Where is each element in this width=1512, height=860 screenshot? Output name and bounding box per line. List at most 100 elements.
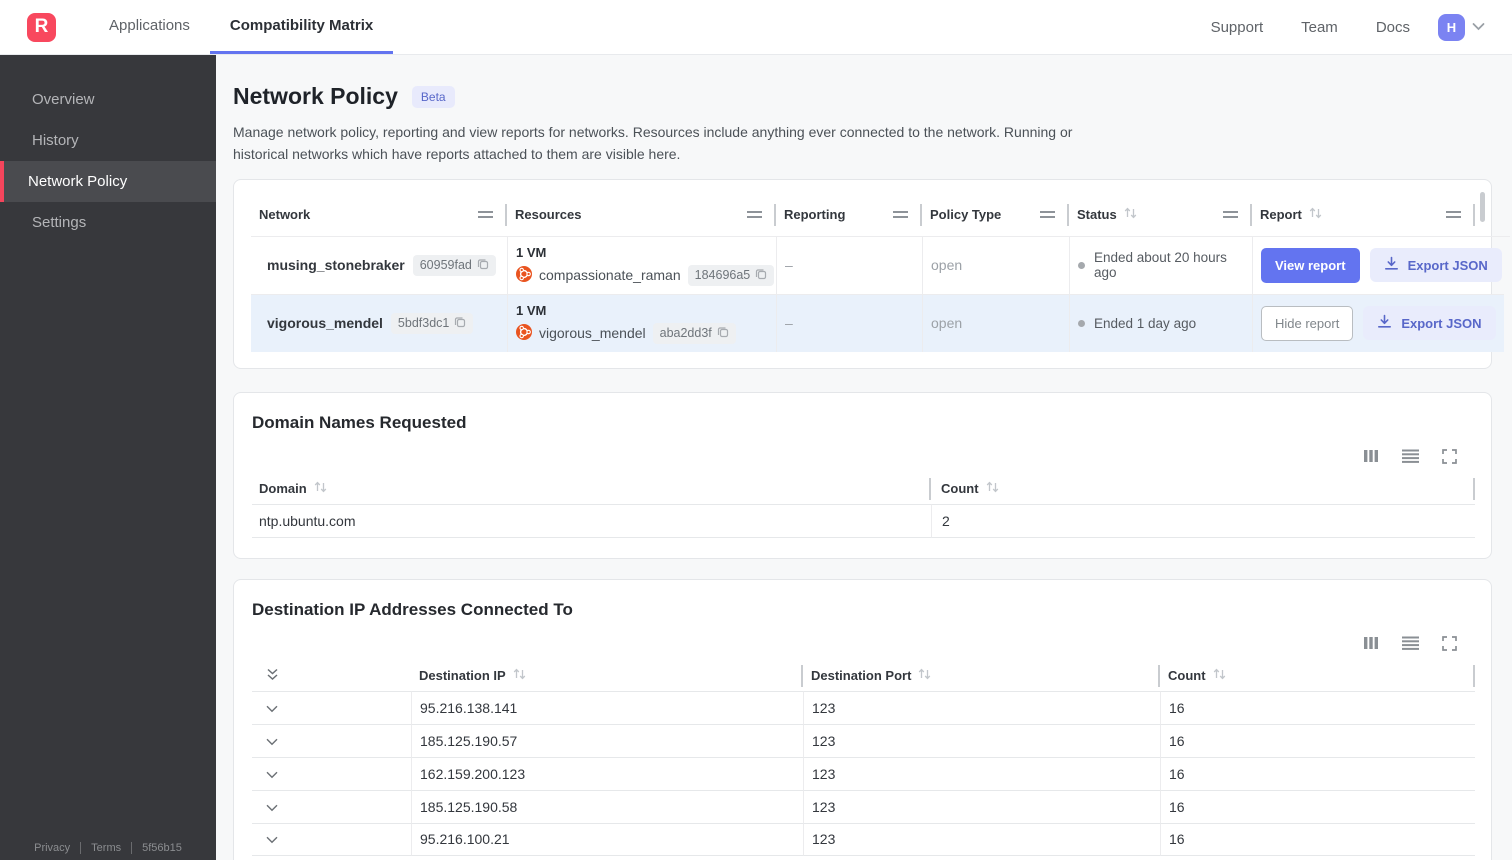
sidebar-item[interactable]: Settings — [0, 202, 216, 243]
sort-icon[interactable] — [986, 481, 999, 496]
columns-icon[interactable] — [1363, 636, 1379, 650]
column-header-destination-port[interactable]: Destination Port — [803, 661, 1160, 691]
policy-type-cell: open — [922, 293, 1069, 352]
resource-name[interactable]: compassionate_raman — [539, 267, 681, 283]
column-header-domain[interactable]: Domain — [252, 474, 931, 504]
count-cell: 16 — [1160, 723, 1475, 757]
copy-icon[interactable] — [477, 258, 489, 273]
column-handle-icon[interactable] — [1446, 211, 1461, 214]
vm-count: 1 VM — [516, 302, 547, 318]
domain-table-row[interactable]: ntp.ubuntu.com 2 — [252, 503, 1475, 538]
column-label: Count — [1168, 668, 1206, 684]
column-header-count[interactable]: Count — [931, 474, 1475, 504]
row-expander[interactable] — [252, 789, 411, 823]
link-docs[interactable]: Docs — [1376, 19, 1410, 36]
destination-port-cell: 123 — [803, 789, 1160, 823]
row-expander[interactable] — [252, 723, 411, 757]
column-header-policy-type[interactable]: Policy Type — [922, 194, 1069, 236]
link-team[interactable]: Team — [1301, 19, 1338, 36]
row-expander[interactable] — [252, 822, 411, 856]
column-label: Domain — [259, 481, 307, 497]
sort-icon[interactable] — [1213, 668, 1226, 683]
sort-icon[interactable] — [1124, 207, 1137, 222]
column-header-count[interactable]: Count — [1160, 661, 1475, 691]
chevron-down-icon[interactable] — [266, 766, 278, 782]
double-chevron-down-icon[interactable] — [266, 667, 279, 684]
fullscreen-icon[interactable] — [1442, 635, 1457, 651]
sort-icon[interactable] — [314, 481, 327, 496]
row-density-icon[interactable] — [1402, 449, 1419, 464]
sidebar-item[interactable]: Network Policy — [0, 161, 216, 202]
avatar[interactable]: H — [1438, 13, 1465, 41]
network-table-row[interactable]: musing_stonebraker 60959fad 1 VM compass… — [251, 235, 1510, 294]
sort-icon[interactable] — [918, 668, 931, 683]
tab-applications[interactable]: Applications — [89, 0, 210, 54]
terms-link[interactable]: Terms — [91, 842, 121, 854]
row-expander[interactable] — [252, 690, 411, 724]
destination-table-row[interactable]: 185.125.190.57 123 16 — [252, 723, 1475, 757]
resource-name[interactable]: vigorous_mendel — [539, 325, 646, 341]
domains-table-header: Domain Count — [252, 474, 1475, 504]
fullscreen-icon[interactable] — [1442, 448, 1457, 464]
report-toggle-button[interactable]: View report — [1261, 247, 1360, 283]
tab-compatibility-matrix[interactable]: Compatibility Matrix — [209, 0, 394, 54]
policy-type-cell: open — [922, 235, 1069, 294]
download-icon — [1377, 314, 1392, 332]
network-hash-badge: 5bdf3dc1 — [390, 312, 474, 334]
report-toggle-button[interactable]: Hide report — [1261, 305, 1354, 341]
column-divider — [1473, 203, 1475, 226]
footer-divider — [80, 842, 82, 854]
destination-table-row[interactable]: 95.216.100.21 123 16 — [252, 822, 1475, 856]
sidebar-item[interactable]: History — [0, 120, 216, 161]
chevron-down-icon[interactable] — [266, 733, 278, 749]
reporting-cell: – — [776, 293, 922, 352]
network-name: vigorous_mendel — [267, 315, 383, 332]
chevron-down-icon[interactable] — [266, 700, 278, 716]
column-handle-icon[interactable] — [478, 211, 493, 214]
row-density-icon[interactable] — [1402, 636, 1419, 651]
columns-icon[interactable] — [1363, 449, 1379, 463]
destination-table-row[interactable]: 185.125.190.58 123 16 — [252, 789, 1475, 823]
destination-table-row[interactable]: 95.216.138.141 123 16 — [252, 690, 1475, 724]
destination-ip-cell: 95.216.138.141 — [411, 690, 803, 724]
page-description: Manage network policy, reporting and vie… — [233, 124, 1073, 163]
export-json-button[interactable]: Export JSON — [1363, 306, 1496, 341]
export-json-button[interactable]: Export JSON — [1369, 248, 1502, 283]
network-table-row[interactable]: vigorous_mendel 5bdf3dc1 1 VM vigorous_m… — [251, 293, 1504, 352]
copy-icon[interactable] — [755, 268, 767, 283]
count-cell: 16 — [1160, 690, 1475, 724]
column-header-status[interactable]: Status — [1069, 194, 1252, 236]
sort-icon[interactable] — [1309, 207, 1322, 222]
sort-icon[interactable] — [513, 668, 526, 683]
column-header-resources[interactable]: Resources — [507, 194, 776, 236]
copy-icon[interactable] — [717, 326, 729, 341]
page-title: Network Policy — [233, 83, 398, 109]
status-text: Ended about 20 hours ago — [1094, 250, 1227, 281]
link-support[interactable]: Support — [1211, 19, 1264, 36]
column-header-destination-ip[interactable]: Destination IP — [411, 661, 803, 691]
column-label: Policy Type — [930, 207, 1002, 223]
export-json-label: Export JSON — [1407, 257, 1488, 273]
sidebar-item[interactable]: Overview — [0, 79, 216, 120]
chevron-down-icon — [1472, 18, 1485, 36]
column-handle-icon[interactable] — [893, 211, 908, 214]
column-header-report[interactable]: Report — [1252, 194, 1475, 236]
column-handle-icon[interactable] — [1040, 211, 1055, 214]
row-expander[interactable] — [252, 756, 411, 790]
expand-all-header[interactable] — [252, 661, 411, 691]
column-handle-icon[interactable] — [747, 211, 762, 214]
destinations-card-title: Destination IP Addresses Connected To — [252, 599, 573, 619]
count-cell: 2 — [931, 503, 1475, 538]
chevron-down-icon[interactable] — [266, 831, 278, 847]
column-header-reporting[interactable]: Reporting — [776, 194, 922, 236]
chevron-down-icon[interactable] — [266, 799, 278, 815]
user-menu[interactable]: H — [1438, 0, 1485, 54]
column-handle-icon[interactable] — [1223, 211, 1238, 214]
brand-logo[interactable]: R — [27, 12, 56, 42]
privacy-link[interactable]: Privacy — [34, 842, 70, 854]
status-dot-icon — [1078, 319, 1085, 327]
column-header-network[interactable]: Network — [251, 194, 507, 236]
copy-icon[interactable] — [454, 316, 466, 331]
destination-table-row[interactable]: 162.159.200.123 123 16 — [252, 756, 1475, 790]
scrollbar-thumb[interactable] — [1480, 191, 1485, 222]
